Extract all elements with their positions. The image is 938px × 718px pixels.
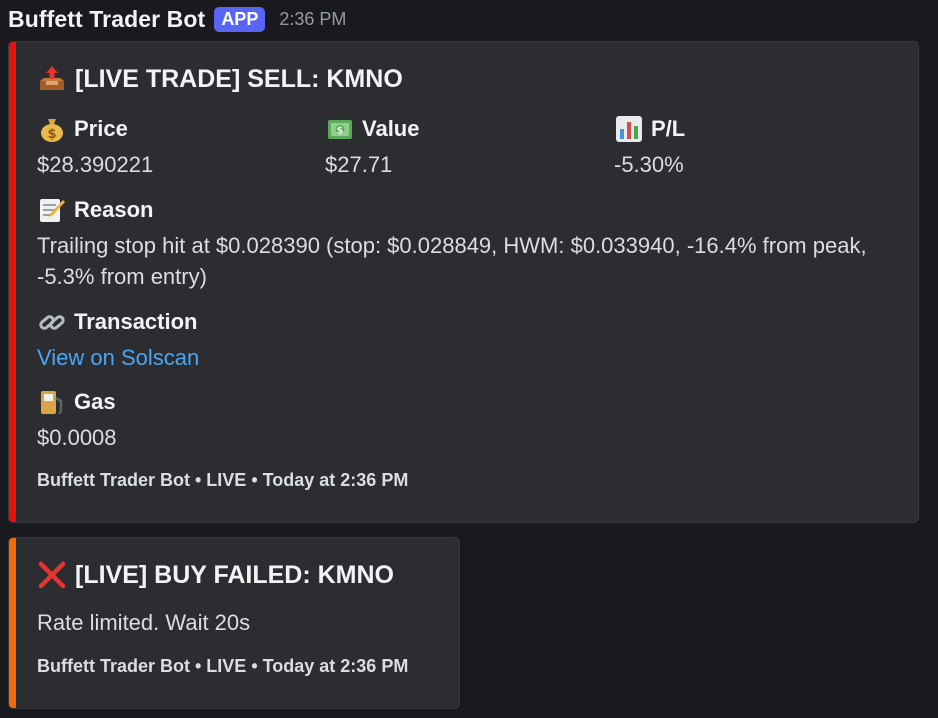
field-pl-value: -5.30% xyxy=(614,152,684,177)
embed-footer: Buffett Trader Bot • LIVE • Today at 2:3… xyxy=(37,470,409,490)
embed-accent-bar xyxy=(9,538,16,708)
solscan-link[interactable]: View on Solscan xyxy=(37,342,199,373)
author-name[interactable]: Buffett Trader Bot xyxy=(8,6,205,33)
cross-mark-icon xyxy=(37,560,67,590)
field-gas: Gas $0.0008 xyxy=(37,387,117,453)
sell-embed: [LIVE TRADE] SELL: KMNO $ Price $28.3902… xyxy=(8,41,919,523)
link-icon xyxy=(37,307,67,337)
message-timestamp[interactable]: 2:36 PM xyxy=(279,9,346,30)
field-transaction-name: Transaction xyxy=(37,307,199,337)
field-value: $ Value $27.71 xyxy=(325,114,419,180)
memo-icon xyxy=(37,195,67,225)
field-value-value: $27.71 xyxy=(325,152,393,177)
embed-title: [LIVE] BUY FAILED: KMNO xyxy=(37,560,394,590)
embed-footer: Buffett Trader Bot • LIVE • Today at 2:3… xyxy=(37,656,409,676)
field-price-value: $28.390221 xyxy=(37,152,154,177)
field-gas-name: Gas xyxy=(37,387,117,417)
money-bag-icon: $ xyxy=(37,114,67,144)
buy-failed-embed: [LIVE] BUY FAILED: KMNO Rate limited. Wa… xyxy=(8,537,460,709)
embed-title-text: [LIVE] BUY FAILED: KMNO xyxy=(75,560,394,589)
field-reason-value: Trailing stop hit at $0.028390 (stop: $0… xyxy=(37,233,867,289)
field-price: $ Price $28.390221 xyxy=(37,114,153,180)
field-reason: Reason Trailing stop hit at $0.028390 (s… xyxy=(37,195,897,292)
message-header: Buffett Trader Bot APP 2:36 PM xyxy=(8,4,346,34)
bot-message: Buffett Trader Bot APP 2:36 PM [LIVE TRA… xyxy=(0,0,938,718)
field-pl: P/L -5.30% xyxy=(614,114,685,180)
app-badge: APP xyxy=(214,6,266,32)
bar-chart-icon xyxy=(614,114,644,144)
field-transaction: Transaction View on Solscan xyxy=(37,307,199,373)
svg-text:$: $ xyxy=(47,127,56,142)
embed-title: [LIVE TRADE] SELL: KMNO xyxy=(37,64,403,94)
embed-description: Rate limited. Wait 20s xyxy=(37,610,251,635)
outbox-tray-icon xyxy=(37,64,67,94)
embed-title-text: [LIVE TRADE] SELL: KMNO xyxy=(75,64,403,93)
field-reason-name: Reason xyxy=(37,195,897,225)
field-value-name: $ Value xyxy=(325,114,419,144)
dollar-banknote-icon: $ xyxy=(325,114,355,144)
embed-accent-bar xyxy=(9,42,16,522)
svg-text:$: $ xyxy=(337,126,344,137)
field-price-name: $ Price xyxy=(37,114,153,144)
fuel-pump-icon xyxy=(37,387,67,417)
field-pl-name: P/L xyxy=(614,114,685,144)
field-gas-value: $0.0008 xyxy=(37,425,117,450)
